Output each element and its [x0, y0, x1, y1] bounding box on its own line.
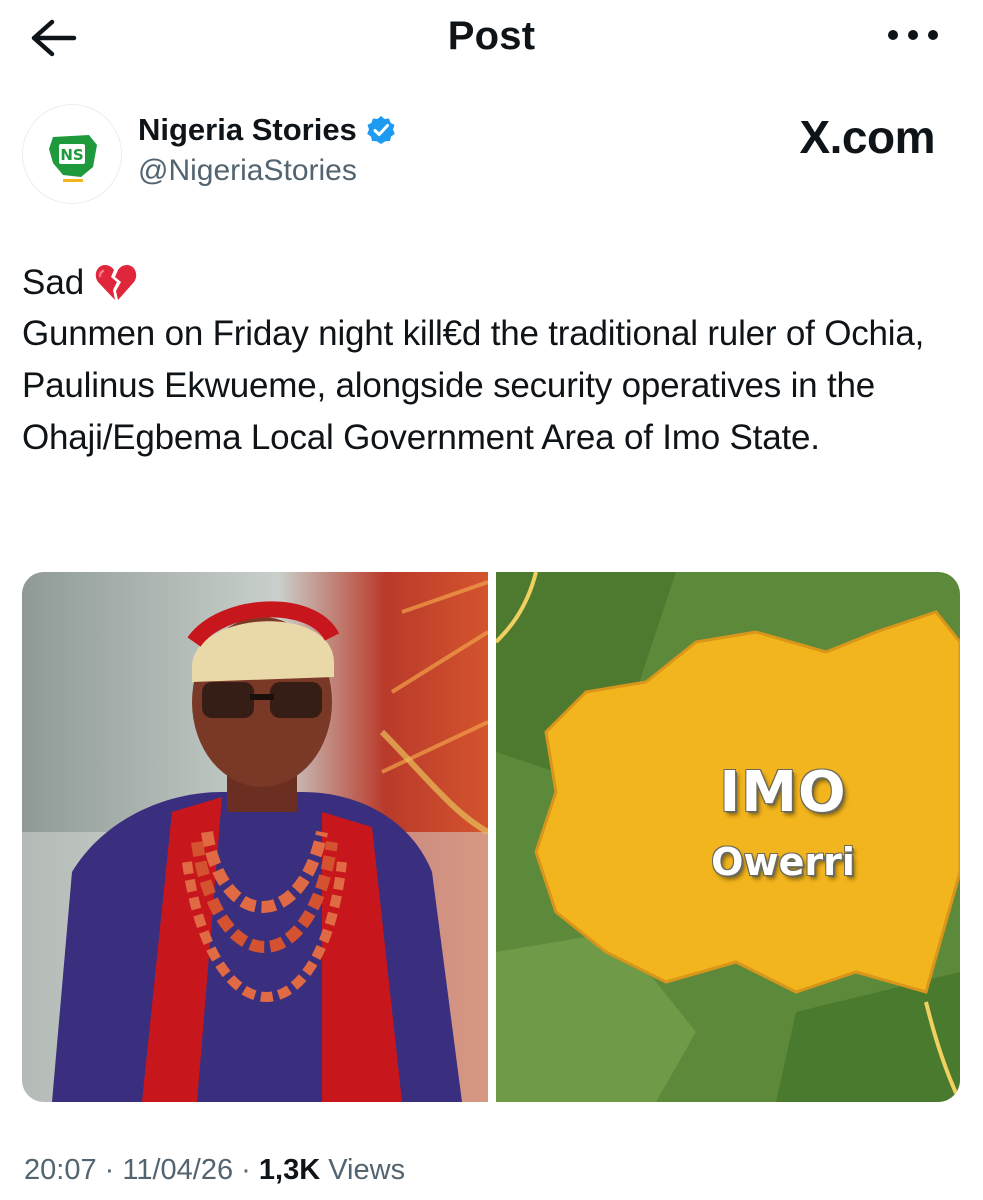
traditional-ruler-photo[interactable] — [22, 572, 488, 1102]
more-horizontal-icon — [888, 30, 938, 40]
svg-text:NS: NS — [60, 146, 83, 164]
author-name-row: Nigeria Stories — [138, 112, 397, 148]
imo-state-map-image[interactable]: IMO Owerri — [496, 572, 960, 1102]
post-first-line-text: Sad — [22, 263, 85, 302]
broken-heart-icon — [94, 262, 138, 304]
map-capital-label: Owerri — [711, 840, 855, 884]
media-grid: IMO Owerri — [22, 572, 960, 1102]
post-date[interactable]: 11/04/26 — [122, 1154, 233, 1186]
views-count: 1,3K — [258, 1154, 321, 1186]
page-title: Post — [447, 14, 536, 58]
map-state-label: IMO — [719, 760, 847, 825]
top-bar: Post — [0, 0, 983, 78]
author-handle[interactable]: @NigeriaStories — [138, 154, 357, 188]
more-options-button[interactable] — [883, 20, 943, 50]
meta-separator: · — [241, 1154, 251, 1186]
views-label: Views — [328, 1154, 406, 1186]
post-time[interactable]: 20:07 — [24, 1154, 97, 1186]
post-first-line: Sad — [22, 258, 972, 308]
post-screen: Post NS Nigeria Stories @NigeriaStories … — [0, 0, 983, 1200]
post-text: Sad Gunmen on Friday night kill€d the tr… — [22, 258, 972, 464]
avatar[interactable]: NS — [22, 104, 122, 204]
nigeria-stories-logo-icon: NS — [23, 105, 121, 203]
verified-badge-icon — [365, 114, 397, 146]
author-name[interactable]: Nigeria Stories — [138, 112, 357, 148]
post-body: Gunmen on Friday night kill€d the tradit… — [22, 314, 925, 457]
meta-separator: · — [104, 1154, 115, 1186]
post-meta: 20:07 · 11/04/26 · 1,3K Views — [24, 1154, 405, 1187]
x-com-watermark: X.com — [799, 111, 935, 163]
